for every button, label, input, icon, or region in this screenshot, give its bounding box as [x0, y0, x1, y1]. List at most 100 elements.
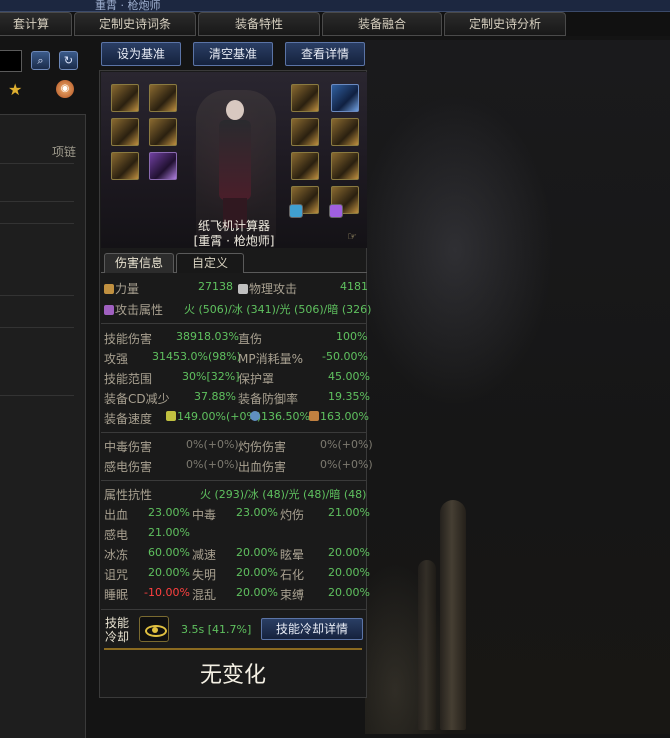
divider — [101, 480, 367, 481]
bleed-dmg-value: 0%(+0%) — [320, 458, 373, 471]
divider — [0, 163, 74, 164]
shock-dmg-value: 0%(+0%) — [186, 458, 239, 471]
equip-slot-magic-stone[interactable] — [331, 152, 359, 180]
shock-dmg-label: 感电伤害 — [104, 460, 153, 474]
defense-rate-label: 装备防御率 — [238, 392, 299, 406]
stat-row: 攻强 31453.0%(98%) MP消耗量% -50.00% — [104, 349, 368, 368]
crit-value: 100% — [336, 330, 368, 343]
tab-custom-epic-analysis[interactable]: 定制史诗分析 — [444, 12, 566, 36]
slot-label: 项链 — [52, 145, 77, 159]
tab-custom-epic-entries[interactable]: 定制史诗词条 — [74, 12, 196, 36]
divider — [0, 295, 74, 296]
clear-baseline-button[interactable]: 清空基准 — [193, 42, 273, 66]
divider — [0, 395, 74, 396]
confuse-value: 20.00% — [236, 586, 278, 599]
blind-label: 失明 — [192, 568, 217, 582]
bleed-dmg-label: 出血伤害 — [238, 460, 287, 474]
equip-slot-ring[interactable] — [331, 118, 359, 146]
curse-value: 20.00% — [148, 566, 190, 579]
search-icon[interactable]: ⌕ — [31, 51, 50, 70]
background-shell-art — [440, 500, 466, 730]
emblem-gem-icon — [289, 204, 303, 218]
stat-row: 装备速度 149.00%(+0%) 136.50% 163.00% — [104, 409, 369, 428]
stat-row: 技能范围 30%[32%] 保护罩 45.00% — [104, 369, 370, 388]
petrify-label: 石化 — [280, 568, 305, 582]
tab-damage-info[interactable]: 伤害信息 — [104, 253, 174, 273]
shield-value: 45.00% — [328, 370, 370, 383]
element-icon — [104, 305, 114, 315]
stat-row: 力量 27138 物理攻击 4181 — [104, 279, 368, 298]
equip-slot-head[interactable] — [149, 118, 177, 146]
equip-slot-necklace[interactable] — [291, 118, 319, 146]
skill-dmg-label: 技能伤害 — [104, 332, 153, 346]
share-icon[interactable]: ☞ — [347, 230, 357, 243]
resist-label: 属性抗性 — [104, 488, 153, 502]
phys-atk-value: 4181 — [340, 280, 368, 293]
burn-dmg-value: 0%(+0%) — [320, 438, 373, 451]
background-art — [365, 40, 670, 734]
bleed-value: 23.00% — [148, 506, 190, 519]
tab-equipment-traits[interactable]: 装备特性 — [198, 12, 320, 36]
set-baseline-button[interactable]: 设为基准 — [101, 42, 181, 66]
sword-icon — [238, 284, 248, 294]
mp-cost-value: -50.00% — [322, 350, 368, 363]
equip-slot-bracelet[interactable] — [291, 84, 319, 112]
view-details-button[interactable]: 查看详情 — [285, 42, 365, 66]
equip-slot-weapon[interactable] — [111, 84, 139, 112]
defense-rate-value: 19.35% — [328, 390, 370, 403]
equip-slot-pants[interactable] — [111, 152, 139, 180]
emblem-gem-icon — [329, 204, 343, 218]
refresh-icon[interactable]: ↻ — [59, 51, 78, 70]
freeze-value: 60.00% — [148, 546, 190, 559]
star-icon[interactable]: ★ — [8, 80, 22, 99]
cooldown-details-button[interactable]: 技能冷却详情 — [261, 618, 363, 640]
stat-row: 感电伤害 0%(+0%) 出血伤害 0%(+0%) — [104, 457, 373, 476]
blind-value: 20.00% — [236, 566, 278, 579]
phys-atk-label: 物理攻击 — [238, 280, 297, 297]
confuse-label: 混乱 — [192, 588, 217, 602]
atk-power-value: 31453.0%(98%) — [152, 350, 241, 363]
poison-dmg-label: 中毒伤害 — [104, 440, 153, 454]
background-shell-art-2 — [418, 560, 436, 730]
equip-slot-emblem[interactable] — [331, 84, 359, 112]
tab-custom[interactable]: 自定义 — [176, 253, 244, 273]
poison-value: 23.00% — [236, 506, 278, 519]
move-speed-value: 163.00% — [309, 410, 369, 423]
stat-row: 中毒伤害 0%(+0%) 灼伤伤害 0%(+0%) — [104, 437, 373, 456]
resist-value: 火 (293)/冰 (48)/光 (48)/暗 (48) — [200, 488, 367, 501]
stat-row: 冰冻 60.00% 减速 20.00% 眩晕 20.00% — [104, 545, 370, 564]
eye-icon — [139, 616, 169, 642]
move-speed-icon — [309, 411, 319, 421]
equip-slot-top[interactable] — [111, 118, 139, 146]
divider — [101, 432, 367, 433]
attack-speed-icon — [166, 411, 176, 421]
burn-dmg-label: 灼伤伤害 — [238, 440, 287, 454]
stat-row: 诅咒 20.00% 失明 20.00% 石化 20.00% — [104, 565, 370, 584]
character-portrait: 纸飞机计算器 [重霄 · 枪炮师] ☞ — [101, 72, 367, 248]
equip-slot-support[interactable] — [291, 152, 319, 180]
stat-row: 睡眠 -10.00% 混乱 20.00% 束缚 20.00% — [104, 585, 370, 604]
sleep-value: -10.00% — [144, 586, 190, 599]
equip-slot-title[interactable] — [149, 84, 177, 112]
slow-value: 20.00% — [236, 546, 278, 559]
skill-range-label: 技能范围 — [104, 372, 153, 386]
search-input[interactable] — [0, 50, 22, 72]
atk-element-label: 攻击属性 — [104, 301, 163, 318]
cd-reduce-label: 装备CD减少 — [104, 392, 170, 406]
crit-label: 直伤 — [238, 332, 263, 346]
stun-label: 眩晕 — [280, 548, 305, 562]
shock-value: 21.00% — [148, 526, 190, 539]
stat-row: 出血 23.00% 中毒 23.00% 灼伤 21.00% — [104, 505, 370, 524]
skill-range-value: 30%[32%] — [182, 370, 240, 383]
character-body — [219, 120, 251, 200]
divider — [0, 201, 74, 202]
poison-label: 中毒 — [192, 508, 217, 522]
divider — [0, 223, 74, 224]
comparison-result: 无变化 — [199, 663, 266, 688]
strength-label: 力量 — [104, 280, 139, 297]
tab-equipment-fusion[interactable]: 装备融合 — [322, 12, 442, 36]
tab-set-calc[interactable]: 套计算 — [0, 12, 72, 36]
badge-icon[interactable]: ◉ — [56, 80, 74, 98]
equip-slot-avatar[interactable] — [149, 152, 177, 180]
strength-icon — [104, 284, 114, 294]
